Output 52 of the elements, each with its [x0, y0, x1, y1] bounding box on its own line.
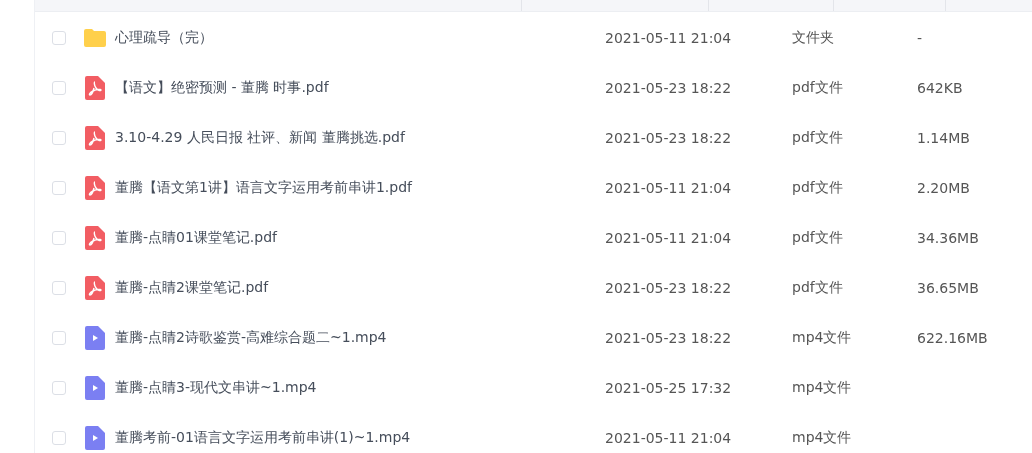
file-name[interactable]: 董腾-点睛3-现代文串讲~1.mp4: [115, 379, 605, 397]
file-name[interactable]: 董腾-点睛01课堂笔记.pdf: [115, 229, 605, 247]
checkbox[interactable]: [52, 281, 66, 295]
video-file-icon: [85, 426, 105, 450]
modified-time: 2021-05-11 21:04: [605, 30, 733, 46]
file-size: 642KB: [917, 80, 964, 96]
video-file-icon: [85, 376, 105, 400]
file-size: 36.65MB: [917, 280, 980, 296]
modified-time: 2021-05-23 18:22: [605, 280, 733, 296]
checkbox[interactable]: [52, 181, 66, 195]
file-type: mp4文件: [792, 429, 853, 447]
pdf-icon: [85, 276, 105, 300]
checkbox[interactable]: [52, 331, 66, 345]
file-type: pdf文件: [792, 79, 844, 97]
file-name[interactable]: 董腾考前-01语言文字运用考前串讲(1)~1.mp4: [115, 429, 605, 447]
file-size: -: [917, 30, 924, 46]
file-type: mp4文件: [792, 329, 853, 347]
file-name[interactable]: 董腾-点睛2课堂笔记.pdf: [115, 279, 605, 297]
file-name[interactable]: 心理疏导（完）: [115, 29, 605, 47]
video-file-icon: [85, 326, 105, 350]
file-name[interactable]: 董腾【语文第1讲】语言文字运用考前串讲1.pdf: [115, 179, 605, 197]
modified-time: 2021-05-11 21:04: [605, 230, 733, 246]
pdf-icon: [85, 176, 105, 200]
file-name[interactable]: 3.10-4.29 人民日报 社评、新闻 董腾挑选.pdf: [115, 129, 605, 147]
checkbox[interactable]: [52, 81, 66, 95]
file-size: 34.36MB: [917, 230, 980, 246]
modified-time: 2021-05-25 17:32: [605, 380, 733, 396]
file-name[interactable]: 【语文】绝密预测 - 董腾 时事.pdf: [115, 79, 605, 97]
file-type: pdf文件: [792, 129, 844, 147]
file-size: 622.16MB: [917, 330, 989, 346]
modified-time: 2021-05-11 21:04: [605, 180, 733, 196]
file-type: pdf文件: [792, 229, 844, 247]
checkbox[interactable]: [52, 381, 66, 395]
file-size: 2.20MB: [917, 180, 971, 196]
file-size: 1.14MB: [917, 130, 971, 146]
file-name[interactable]: 董腾-点睛2诗歌鉴赏-高难综合题二~1.mp4: [115, 329, 605, 347]
checkbox[interactable]: [52, 131, 66, 145]
pdf-icon: [85, 226, 105, 250]
modified-time: 2021-05-23 18:22: [605, 130, 733, 146]
file-type: 文件夹: [792, 29, 835, 47]
file-type: mp4文件: [792, 379, 853, 397]
folder-icon: [83, 28, 107, 48]
modified-time: 2021-05-23 18:22: [605, 330, 733, 346]
checkbox[interactable]: [52, 431, 66, 445]
pdf-icon: [85, 126, 105, 150]
checkbox[interactable]: [52, 31, 66, 45]
checkbox[interactable]: [52, 231, 66, 245]
modified-time: 2021-05-11 21:04: [605, 430, 733, 446]
file-type: pdf文件: [792, 279, 844, 297]
modified-time: 2021-05-23 18:22: [605, 80, 733, 96]
file-type: pdf文件: [792, 179, 844, 197]
pdf-icon: [85, 76, 105, 100]
